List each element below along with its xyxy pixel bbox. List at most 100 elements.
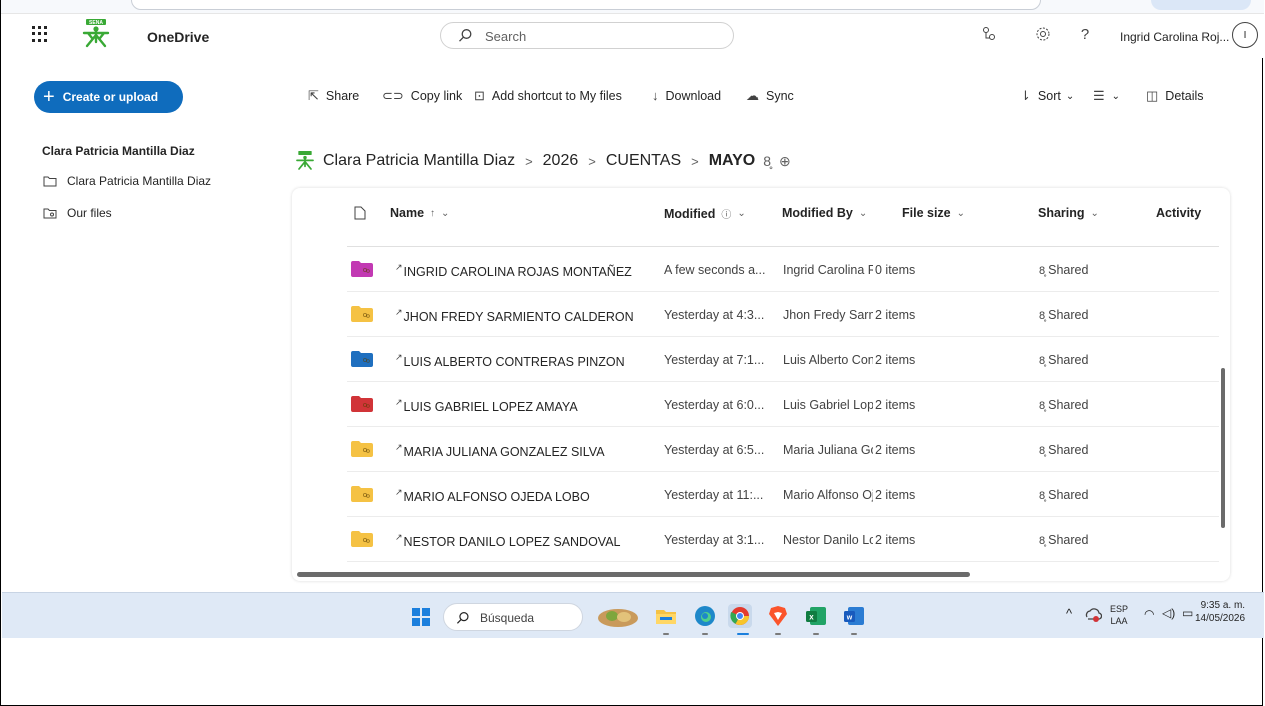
- nav-item-our-files[interactable]: Our files: [42, 206, 112, 220]
- onedrive-sync-icon[interactable]: [1084, 605, 1102, 623]
- table-row[interactable]: ↗MARIA JULIANA GONZALEZ SILVA Yesterday a…: [347, 427, 1219, 472]
- column-activity[interactable]: Activity: [1156, 206, 1201, 220]
- brave-browser-icon[interactable]: [766, 604, 790, 628]
- shortcut-arrow-icon: ↗: [395, 397, 403, 407]
- battery-icon[interactable]: ▭: [1182, 606, 1193, 620]
- avatar[interactable]: I: [1232, 22, 1258, 48]
- shortcut-arrow-icon: ↗: [395, 352, 403, 362]
- browser-strip: [1, 0, 1264, 14]
- news-widget-icon[interactable]: [596, 604, 640, 628]
- chevron-down-icon: ⌄: [956, 207, 966, 219]
- app-window: SENA OneDrive Search ? Ingrid Carolina R…: [0, 0, 1264, 706]
- user-name[interactable]: Ingrid Carolina Roj...: [1120, 30, 1229, 44]
- table-row[interactable]: ↗LUIS GABRIEL LOPEZ AMAYA Yesterday at 6:…: [347, 382, 1219, 427]
- edge-browser-icon[interactable]: [693, 604, 717, 628]
- download-label: Download: [665, 88, 722, 103]
- vertical-scrollbar[interactable]: [1221, 368, 1225, 528]
- taskbar-search[interactable]: Búsqueda: [443, 603, 583, 631]
- file-name-text: LUIS ALBERTO CONTRERAS PINZON: [403, 355, 625, 369]
- file-name[interactable]: ↗MARIO ALFONSO OJEDA LOBO: [395, 487, 590, 504]
- svg-text:x: x: [809, 613, 814, 622]
- excel-icon[interactable]: x: [804, 604, 828, 628]
- file-size: 2 items: [875, 308, 916, 322]
- table-row[interactable]: ↗JHON FREDY SARMIENTO CALDERON Yesterday …: [347, 292, 1219, 337]
- file-size: 2 items: [875, 488, 916, 502]
- file-name[interactable]: ↗MARIA JULIANA GONZALEZ SILVA: [395, 442, 605, 459]
- nav-item-owner-files[interactable]: Clara Patricia Mantilla Diaz: [42, 174, 211, 188]
- sena-logo: SENA: [82, 19, 110, 48]
- table-row[interactable]: ↗LUIS ALBERTO CONTRERAS PINZON Yesterday …: [347, 337, 1219, 382]
- help-icon[interactable]: ?: [1074, 23, 1096, 45]
- browser-action-button[interactable]: [1151, 0, 1251, 10]
- app-launcher-icon[interactable]: [32, 26, 48, 42]
- file-name[interactable]: ↗JHON FREDY SARMIENTO CALDERON: [395, 307, 634, 324]
- sort-command[interactable]: ⇂ Sort ⌄: [1020, 88, 1074, 104]
- file-name[interactable]: ↗LUIS ALBERTO CONTRERAS PINZON: [395, 352, 625, 369]
- file-name[interactable]: ↗INGRID CAROLINA ROJAS MONTAÑEZ: [395, 262, 632, 279]
- file-explorer-icon[interactable]: [654, 604, 678, 628]
- column-modified-by[interactable]: Modified By ⌄: [782, 206, 867, 220]
- word-icon[interactable]: w: [842, 604, 866, 628]
- file-size: 2 items: [875, 443, 916, 457]
- column-modified[interactable]: Modified ⓘ ⌄: [664, 206, 746, 222]
- share-command[interactable]: ⇱ Share: [308, 88, 359, 104]
- file-name[interactable]: ↗NESTOR DANILO LOPEZ SANDOVAL: [395, 532, 621, 549]
- sharing-label: Shared: [1048, 263, 1089, 277]
- windows-start-icon[interactable]: [412, 608, 430, 626]
- shared-people-icon: 8̥: [763, 153, 772, 169]
- details-command[interactable]: ◫ Details: [1146, 88, 1204, 104]
- sharing-status[interactable]: 8̥ Shared: [1039, 488, 1088, 502]
- volume-icon[interactable]: ◁): [1162, 606, 1175, 620]
- browser-address-bar[interactable]: [131, 0, 1041, 10]
- sync-command[interactable]: ☁ Sync: [746, 88, 794, 104]
- wifi-icon[interactable]: ◠: [1144, 607, 1154, 621]
- file-name[interactable]: ↗LUIS GABRIEL LOPEZ AMAYA: [395, 397, 578, 414]
- shared-files-icon: [43, 208, 57, 219]
- search-box[interactable]: Search: [440, 22, 734, 49]
- people-connect-icon[interactable]: [978, 23, 1000, 45]
- breadcrumb-cuentas[interactable]: CUENTAS: [606, 152, 681, 170]
- column-name-label: Name: [390, 206, 425, 220]
- breadcrumb-current: MAYO: [708, 152, 756, 169]
- copy-link-command[interactable]: ⊂⊃ Copy link: [382, 88, 462, 104]
- folder-icon: [351, 486, 373, 502]
- sharing-status[interactable]: 8̥ Shared: [1039, 533, 1088, 547]
- table-row[interactable]: ↗MARIO ALFONSO OJEDA LOBO Yesterday at 11…: [347, 472, 1219, 517]
- details-label: Details: [1165, 89, 1204, 103]
- app-name[interactable]: OneDrive: [147, 29, 209, 45]
- create-or-upload-button[interactable]: + Create or upload: [34, 81, 183, 113]
- download-command[interactable]: ↓ Download: [652, 88, 721, 103]
- sharing-status[interactable]: 8̥ Shared: [1039, 263, 1088, 277]
- system-clock[interactable]: 9:35 a. m. 14/05/2026: [1195, 599, 1245, 625]
- modified-by: Jhon Fredy Sarmien: [783, 308, 873, 322]
- column-file-size[interactable]: File size ⌄: [902, 206, 965, 220]
- file-type-header-icon[interactable]: [354, 206, 366, 220]
- breadcrumb-separator: >: [691, 153, 699, 169]
- show-hidden-icons-icon[interactable]: ^: [1066, 606, 1072, 621]
- sharing-status[interactable]: 8̥ Shared: [1039, 308, 1088, 322]
- table-row[interactable]: ↗INGRID CAROLINA ROJAS MONTAÑEZ A few sec…: [347, 247, 1219, 292]
- breadcrumb-2026[interactable]: 2026: [543, 152, 579, 170]
- sharing-label: Shared: [1048, 308, 1089, 322]
- horizontal-scrollbar[interactable]: [297, 572, 970, 577]
- people-icon: 8̥: [1039, 490, 1046, 502]
- clock-time: 9:35 a. m.: [1200, 600, 1246, 611]
- sharing-label: Shared: [1048, 398, 1089, 412]
- column-name[interactable]: Name ↑ ⌄: [390, 206, 449, 220]
- sharing-status[interactable]: 8̥ Shared: [1039, 443, 1088, 457]
- chevron-down-icon: ⌄: [737, 208, 746, 219]
- add-shortcut-command[interactable]: ⊡ Add shortcut to My files: [474, 88, 622, 104]
- breadcrumb-root[interactable]: Clara Patricia Mantilla Diaz: [323, 152, 515, 170]
- folder-icon: [351, 396, 373, 412]
- language-indicator[interactable]: ESP LAA: [1110, 603, 1128, 627]
- people-icon: 8̥: [1039, 535, 1046, 547]
- column-file-size-label: File size: [902, 206, 951, 220]
- column-sharing[interactable]: Sharing ⌄: [1038, 206, 1099, 220]
- sharing-status[interactable]: 8̥ Shared: [1039, 353, 1088, 367]
- table-row[interactable]: ↗NESTOR DANILO LOPEZ SANDOVAL Yesterday a…: [347, 517, 1219, 562]
- settings-gear-icon[interactable]: [1032, 23, 1054, 45]
- view-options-command[interactable]: ☰ ⌄: [1093, 88, 1120, 104]
- chrome-browser-icon[interactable]: [728, 604, 752, 628]
- sharing-status[interactable]: 8̥ Shared: [1039, 398, 1088, 412]
- modified-by: Ingrid Carolina Roja: [783, 263, 873, 277]
